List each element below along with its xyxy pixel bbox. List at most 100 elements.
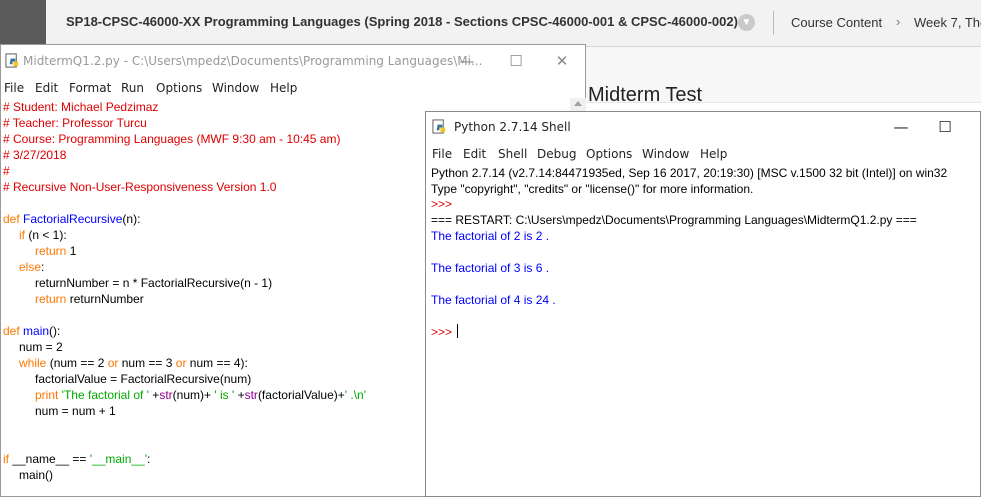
code-text: (factorialValue)+ — [257, 388, 345, 402]
scroll-up-icon[interactable] — [574, 101, 582, 106]
code-line: returnNumber = n * FactorialRecursive(n … — [35, 276, 273, 290]
close-icon[interactable]: ✕ — [550, 50, 574, 72]
keyword: def — [3, 212, 20, 226]
shell-output-line: The factorial of 2 is 2 . — [431, 229, 550, 243]
function-name: FactorialRecursive — [23, 212, 123, 226]
code-text: (n < 1): — [25, 228, 67, 242]
editor-title: MidtermQ1.2.py - C:\Users\mpedz\Document… — [23, 54, 483, 68]
keyword: else — [19, 260, 42, 274]
keyword: while — [19, 356, 47, 370]
shell-input-line[interactable]: >>> — [431, 324, 459, 340]
code-line: if __name__ == '__main__': — [3, 451, 150, 467]
string-literal: ' .\n' — [344, 388, 367, 402]
editor-menubar: File Edit Format Run Options Window Help — [1, 78, 585, 98]
code-text: (num)+ — [172, 388, 211, 402]
shell-output-line: The factorial of 4 is 24 . — [431, 293, 556, 307]
shell-output-line: The factorial of 3 is 6 . — [431, 261, 550, 275]
code-text: 1 — [66, 244, 77, 258]
code-text: __name__ == — [9, 452, 90, 466]
menu-shell[interactable]: Shell — [498, 147, 527, 161]
code-text: (n): — [122, 212, 141, 226]
code-line: # 3/27/2018 — [3, 148, 67, 162]
code-line: num = num + 1 — [35, 404, 116, 418]
shell-info: Type "copyright", "credits" or "license(… — [431, 182, 754, 196]
code-line: if (n < 1): — [19, 227, 67, 243]
shell-prompt: >>> — [431, 197, 456, 211]
shell-title: Python 2.7.14 Shell — [454, 120, 571, 134]
code-text: num == 4): — [186, 356, 248, 370]
keyword: or — [175, 356, 187, 370]
code-text: + — [234, 388, 245, 402]
maximize-icon[interactable]: ☐ — [933, 116, 957, 138]
minimize-icon[interactable]: — — [455, 50, 479, 72]
page-title: Midterm Test — [588, 84, 703, 106]
menu-file[interactable]: File — [432, 147, 452, 161]
code-line: # Teacher: Professor Turcu — [3, 116, 147, 130]
editor-titlebar[interactable]: MidtermQ1.2.py - C:\Users\mpedz\Document… — [1, 45, 585, 77]
menu-window[interactable]: Window — [642, 147, 689, 161]
keyword: or — [107, 356, 119, 370]
menu-help[interactable]: Help — [700, 147, 727, 161]
menu-options[interactable]: Options — [586, 147, 632, 161]
menu-options[interactable]: Options — [156, 81, 202, 95]
code-line: num = 2 — [19, 340, 63, 354]
code-text: + — [148, 388, 160, 402]
course-header-bar: SP18-CPSC-46000-XX Programming Languages… — [0, 0, 981, 47]
code-line: else: — [19, 259, 44, 275]
code-text: num == 3 — [118, 356, 176, 370]
shell-console[interactable]: Python 2.7.14 (v2.7.14:84471935ed, Sep 1… — [431, 165, 981, 495]
menu-edit[interactable]: Edit — [463, 147, 486, 161]
menu-format[interactable]: Format — [69, 81, 111, 95]
menu-help[interactable]: Help — [270, 81, 297, 95]
course-menu-strip[interactable] — [0, 0, 46, 46]
shell-restart-line: === RESTART: C:\Users\mpedz\Documents\Pr… — [431, 213, 917, 227]
menu-debug[interactable]: Debug — [537, 147, 576, 161]
string-literal: ' is ' — [211, 388, 235, 402]
course-title[interactable]: SP18-CPSC-46000-XX Programming Languages… — [66, 14, 738, 29]
breadcrumb-course-content[interactable]: Course Content — [791, 15, 882, 30]
minimize-icon[interactable]: — — [889, 116, 913, 138]
shell-window[interactable]: Python 2.7.14 Shell — ☐ File Edit Shell … — [425, 111, 981, 497]
maximize-icon[interactable]: ☐ — [504, 50, 528, 72]
code-text: : — [41, 260, 45, 274]
shell-titlebar[interactable]: Python 2.7.14 Shell — ☐ — [426, 112, 980, 144]
code-text: : — [147, 452, 151, 466]
code-line: # — [3, 164, 10, 178]
string-literal: 'The factorial of ' — [58, 388, 149, 402]
code-line: factorialValue = FactorialRecursive(num) — [35, 372, 252, 386]
breadcrumb-week[interactable]: Week 7, The — [914, 15, 981, 30]
string-literal: '__main__' — [89, 452, 148, 466]
code-text: returnNumber — [66, 292, 144, 306]
code-line: def main(): — [3, 323, 60, 339]
code-line: while (num == 2 or num == 3 or num == 4)… — [19, 355, 248, 371]
builtin: str — [244, 388, 258, 402]
function-name: main — [23, 324, 50, 338]
code-text: (): — [49, 324, 61, 338]
keyword: def — [3, 324, 20, 338]
menu-file[interactable]: File — [4, 81, 24, 95]
shell-banner: Python 2.7.14 (v2.7.14:84471935ed, Sep 1… — [431, 166, 948, 180]
keyword: return — [35, 244, 67, 258]
code-line: return returnNumber — [35, 291, 144, 307]
code-line: # Student: Michael Pedzimaz — [3, 100, 159, 114]
code-line: return 1 — [35, 243, 76, 259]
keyword: return — [35, 292, 67, 306]
menu-edit[interactable]: Edit — [35, 81, 58, 95]
menu-window[interactable]: Window — [212, 81, 259, 95]
code-text: (num == 2 — [46, 356, 108, 370]
code-line: print 'The factorial of ' +str(num)+ ' i… — [35, 387, 366, 403]
chevron-down-icon[interactable]: ▼ — [738, 14, 755, 31]
shell-menubar: File Edit Shell Debug Options Window Hel… — [426, 144, 980, 164]
python-file-icon — [5, 53, 19, 68]
code-line: main() — [19, 468, 54, 482]
code-line: def FactorialRecursive(n): — [3, 211, 140, 227]
python-shell-icon — [432, 119, 446, 134]
menu-run[interactable]: Run — [121, 81, 144, 95]
header-divider — [773, 11, 774, 35]
shell-prompt: >>> — [431, 325, 456, 339]
keyword: print — [35, 388, 59, 402]
text-cursor — [457, 324, 459, 338]
code-line: # Course: Programming Languages (MWF 9:3… — [3, 132, 341, 146]
code-line: # Recursive Non-User-Responsiveness Vers… — [3, 180, 277, 194]
breadcrumb-separator-icon: › — [896, 14, 901, 29]
